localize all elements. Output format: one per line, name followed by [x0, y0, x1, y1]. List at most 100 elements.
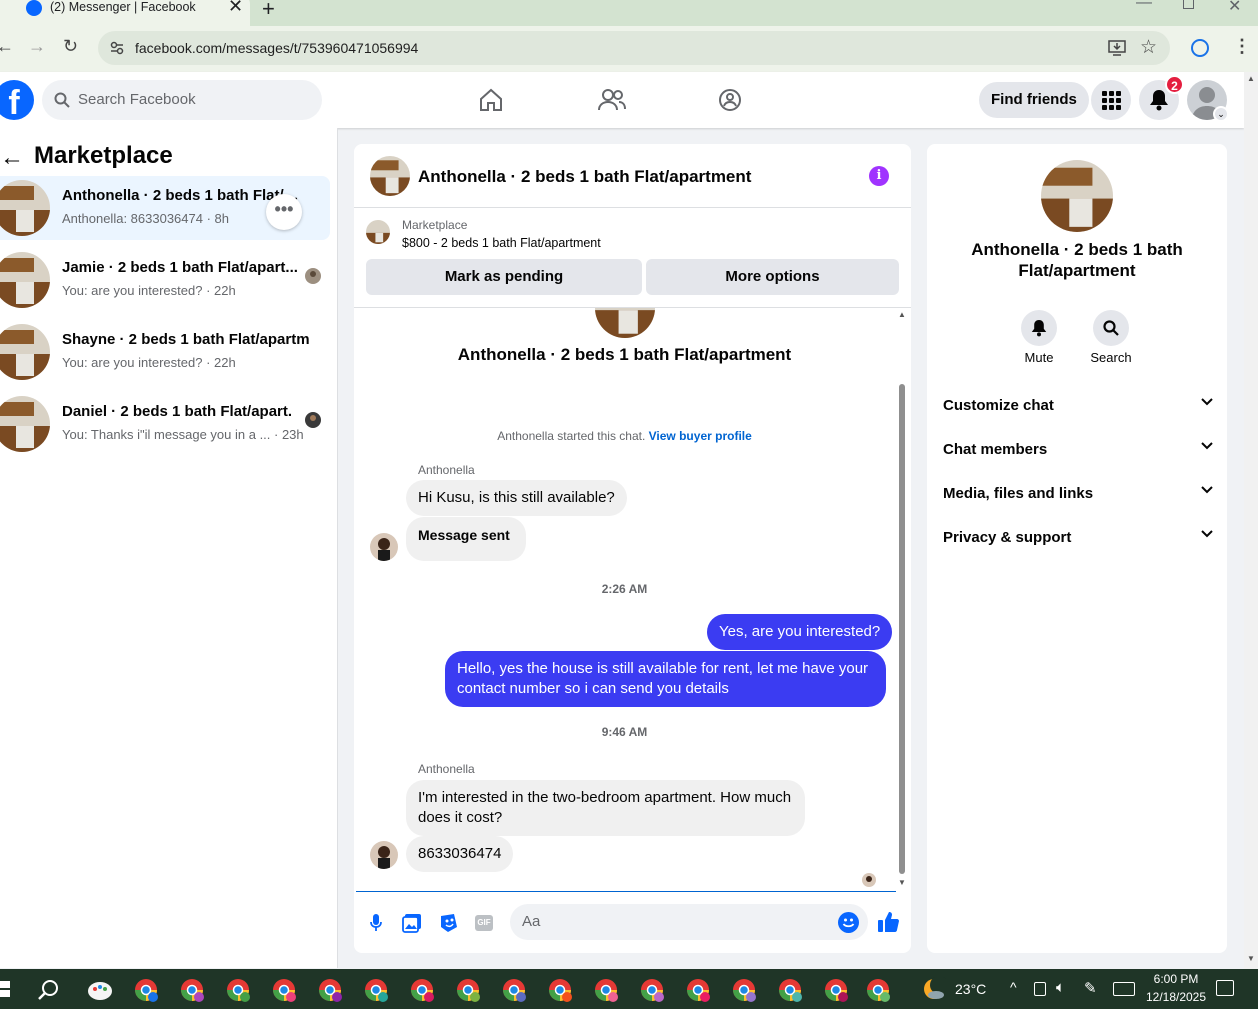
chrome-profile-icon[interactable]: [132, 976, 160, 1004]
info-icon[interactable]: i: [869, 166, 889, 186]
temperature[interactable]: 23°C: [955, 981, 986, 997]
scroll-up-icon[interactable]: ▲: [898, 310, 906, 319]
photo-icon[interactable]: [402, 913, 422, 933]
media-files-links-section[interactable]: Media, files and links: [943, 472, 1213, 516]
chat-members-section[interactable]: Chat members: [943, 428, 1213, 472]
taskbar-search-icon[interactable]: [38, 979, 60, 1001]
outgoing-message[interactable]: Yes, are you interested?: [707, 614, 893, 650]
conversation-item[interactable]: Daniel · 2 beds 1 bath Flat/apart... You…: [0, 392, 330, 456]
page-scrollbar[interactable]: ▲ ▼: [1244, 72, 1258, 969]
mute-button[interactable]: [1021, 310, 1057, 346]
sender-avatar[interactable]: [370, 841, 398, 869]
chrome-profile-icon[interactable]: [776, 976, 804, 1004]
pen-icon[interactable]: ✎: [1084, 979, 1097, 997]
incoming-message[interactable]: Message sent: [406, 517, 526, 561]
sticker-icon[interactable]: [439, 913, 459, 933]
clock-time[interactable]: 6:00 PM: [1146, 972, 1206, 986]
conversation-item[interactable]: Jamie · 2 beds 1 bath Flat/apart... You:…: [0, 248, 330, 312]
chat-title[interactable]: Anthonella · 2 beds 1 bath Flat/apartmen…: [418, 167, 751, 187]
groups-icon[interactable]: [718, 88, 742, 112]
section-label: Media, files and links: [943, 485, 1094, 502]
menu-grid-icon[interactable]: [1091, 80, 1131, 120]
view-buyer-profile-link[interactable]: View buyer profile: [649, 429, 752, 443]
conversation-item[interactable]: Shayne · 2 beds 1 bath Flat/apartm... Yo…: [0, 320, 330, 384]
friends-icon[interactable]: [598, 88, 626, 112]
incoming-message[interactable]: I'm interested in the two-bedroom apartm…: [406, 780, 805, 836]
chat-scrollbar[interactable]: ▲ ▼: [896, 308, 908, 892]
url-text[interactable]: facebook.com/messages/t/753960471056994: [135, 40, 418, 56]
like-thumbs-up-icon[interactable]: [877, 911, 899, 933]
close-tab-icon[interactable]: ✕: [228, 0, 243, 17]
conversation-name: Anthonella · 2 beds 1 bath Flat/…: [62, 187, 299, 204]
sender-avatar[interactable]: [370, 533, 398, 561]
clock-date[interactable]: 12/18/2025: [1142, 990, 1210, 1004]
chrome-profile-icon[interactable]: [546, 976, 574, 1004]
minimize-icon[interactable]: —: [1136, 0, 1152, 12]
privacy-support-section[interactable]: Privacy & support: [943, 516, 1213, 560]
chrome-profile-icon[interactable]: [178, 976, 206, 1004]
notification-center-icon[interactable]: [1216, 980, 1234, 996]
start-windows-icon[interactable]: [0, 981, 12, 997]
paint-app-icon[interactable]: [86, 976, 114, 1004]
outgoing-message[interactable]: Hello, yes the house is still available …: [445, 651, 886, 707]
bookmark-star-icon[interactable]: ☆: [1140, 36, 1157, 59]
conversation-item[interactable]: Anthonella · 2 beds 1 bath Flat/… Anthon…: [0, 176, 330, 240]
more-actions-icon[interactable]: •••: [266, 194, 302, 230]
incoming-message[interactable]: 8633036474: [406, 836, 514, 872]
listing-price[interactable]: $800 - 2 beds 1 bath Flat/apartment: [402, 236, 601, 250]
chrome-profile-icon[interactable]: [362, 976, 390, 1004]
volume-icon[interactable]: 🔈︎: [1056, 979, 1065, 996]
incoming-message[interactable]: Hi Kusu, is this still available?: [406, 480, 627, 516]
chrome-profile-icon[interactable]: [224, 976, 252, 1004]
chrome-profile-icon[interactable]: [270, 976, 298, 1004]
menu-kebab-icon[interactable]: ⋮: [1233, 36, 1251, 57]
site-info-icon[interactable]: [110, 41, 124, 55]
chrome-profile-icon[interactable]: [408, 976, 436, 1004]
microphone-icon[interactable]: [370, 914, 382, 932]
forward-icon[interactable]: →: [28, 36, 46, 57]
device-icon[interactable]: [1034, 982, 1046, 996]
browser-tab[interactable]: (2) Messenger | Facebook ✕: [0, 0, 250, 26]
chrome-profile-icon[interactable]: [864, 976, 892, 1004]
gif-icon[interactable]: GIF: [475, 915, 493, 931]
chrome-profile-icon[interactable]: [638, 976, 666, 1004]
emoji-icon[interactable]: [838, 912, 859, 933]
find-friends-button[interactable]: Find friends: [979, 82, 1089, 118]
keyboard-icon[interactable]: [1113, 982, 1135, 996]
tray-chevron-icon[interactable]: ^: [1010, 979, 1017, 995]
chrome-profile-icon[interactable]: [316, 976, 344, 1004]
chrome-profile-icon[interactable]: [822, 976, 850, 1004]
search-conversation-button[interactable]: [1093, 310, 1129, 346]
page-scroll-down-icon[interactable]: ▼: [1247, 954, 1255, 963]
chevron-down-icon: [1201, 398, 1213, 406]
omnibox[interactable]: facebook.com/messages/t/753960471056994 …: [98, 31, 1170, 65]
facebook-logo-icon[interactable]: f: [0, 80, 34, 120]
chrome-profile-icon[interactable]: [684, 976, 712, 1004]
customize-chat-section[interactable]: Customize chat: [943, 384, 1213, 428]
home-icon[interactable]: [478, 88, 504, 112]
mark-as-pending-button[interactable]: Mark as pending: [366, 259, 642, 295]
scrollbar-thumb[interactable]: [899, 384, 905, 874]
details-listing-avatar[interactable]: [1041, 160, 1113, 232]
more-options-button[interactable]: More options: [646, 259, 899, 295]
chrome-profile-icon[interactable]: [500, 976, 528, 1004]
reload-icon[interactable]: ↻: [63, 36, 78, 57]
message-input[interactable]: Aa: [510, 904, 868, 940]
search-box[interactable]: Search Facebook: [42, 80, 322, 120]
window-close-icon[interactable]: ✕: [1228, 0, 1241, 16]
account-chevron-icon[interactable]: ⌄: [1213, 106, 1229, 122]
page-scroll-up-icon[interactable]: ▲: [1247, 74, 1255, 83]
chrome-profile-icon[interactable]: [730, 976, 758, 1004]
scroll-down-icon[interactable]: ▼: [898, 878, 906, 887]
profile-icon[interactable]: [1191, 39, 1209, 57]
search-input[interactable]: Search Facebook: [78, 91, 196, 108]
new-tab-icon[interactable]: +: [262, 0, 275, 22]
back-icon[interactable]: ←: [0, 36, 14, 57]
chrome-profile-icon[interactable]: [592, 976, 620, 1004]
install-app-icon[interactable]: [1108, 39, 1126, 57]
back-arrow-icon[interactable]: ←: [0, 144, 24, 172]
chrome-profile-icon[interactable]: [454, 976, 482, 1004]
chat-listing-avatar[interactable]: [370, 156, 410, 196]
weather-moon-icon[interactable]: [922, 977, 946, 1001]
restore-icon[interactable]: [1183, 0, 1194, 9]
